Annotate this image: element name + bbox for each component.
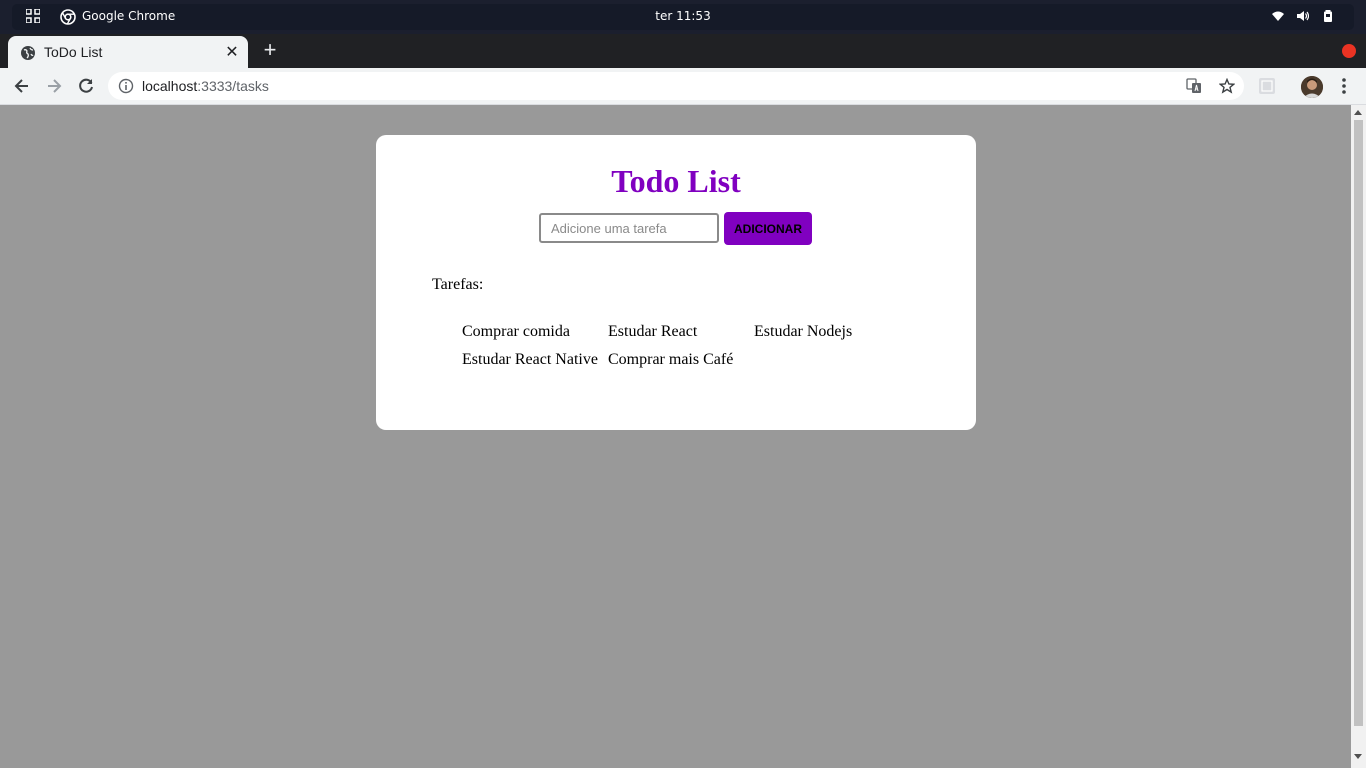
add-task-button[interactable]: ADICIONAR (724, 212, 812, 245)
scrollbar-thumb[interactable] (1354, 120, 1363, 726)
close-icon[interactable]: ✕ (224, 44, 240, 60)
back-arrow-icon[interactable] (12, 76, 32, 96)
url-path: :3333/tasks (197, 78, 269, 94)
task-item[interactable]: Estudar React Native (462, 350, 608, 369)
recording-indicator-icon (1342, 44, 1356, 58)
volume-icon[interactable] (1297, 10, 1309, 22)
url-host: localhost (142, 78, 198, 94)
task-item[interactable]: Estudar Nodejs (754, 322, 900, 341)
tasks-heading: Tarefas: (432, 276, 484, 293)
task-input[interactable] (539, 213, 719, 243)
extension-icon[interactable] (1258, 77, 1276, 95)
new-tab-button[interactable]: + (260, 39, 280, 61)
tab-title: ToDo List (44, 44, 103, 60)
task-item[interactable]: Comprar mais Café (608, 350, 754, 369)
tab-todo-list[interactable]: ToDo List ✕ (8, 36, 248, 68)
todo-card: Todo List ADICIONAR Tarefas: Comprar com… (376, 135, 976, 430)
task-list: Comprar comida Estudar React Estudar Nod… (462, 322, 902, 369)
tab-strip: ToDo List ✕ + (0, 34, 1366, 68)
task-item[interactable]: Comprar comida (462, 322, 608, 341)
url-text[interactable]: localhost:3333/tasks (142, 78, 269, 94)
reload-icon[interactable] (76, 76, 96, 96)
more-vert-icon[interactable] (1336, 76, 1352, 96)
scroll-up-arrow-icon[interactable] (1354, 110, 1362, 115)
avatar[interactable] (1301, 76, 1323, 98)
info-icon[interactable] (118, 78, 134, 94)
battery-icon[interactable] (1322, 10, 1334, 22)
profile-picture-icon (1301, 76, 1323, 98)
task-item[interactable]: Estudar React (608, 322, 754, 341)
wifi-icon[interactable] (1272, 10, 1284, 22)
browser-toolbar: localhost:3333/tasks (0, 68, 1366, 105)
globe-icon (21, 46, 35, 60)
address-bar[interactable]: localhost:3333/tasks (108, 72, 1244, 100)
forward-arrow-icon[interactable] (44, 76, 64, 96)
clock[interactable]: ter 11:53 (0, 9, 1366, 23)
system-top-bar: Google Chrome ter 11:53 (0, 0, 1366, 34)
vertical-scrollbar[interactable] (1351, 105, 1366, 768)
translate-icon[interactable] (1186, 78, 1202, 94)
scroll-down-arrow-icon[interactable] (1354, 754, 1362, 759)
star-icon[interactable] (1219, 78, 1235, 94)
page-title: Todo List (611, 163, 741, 199)
